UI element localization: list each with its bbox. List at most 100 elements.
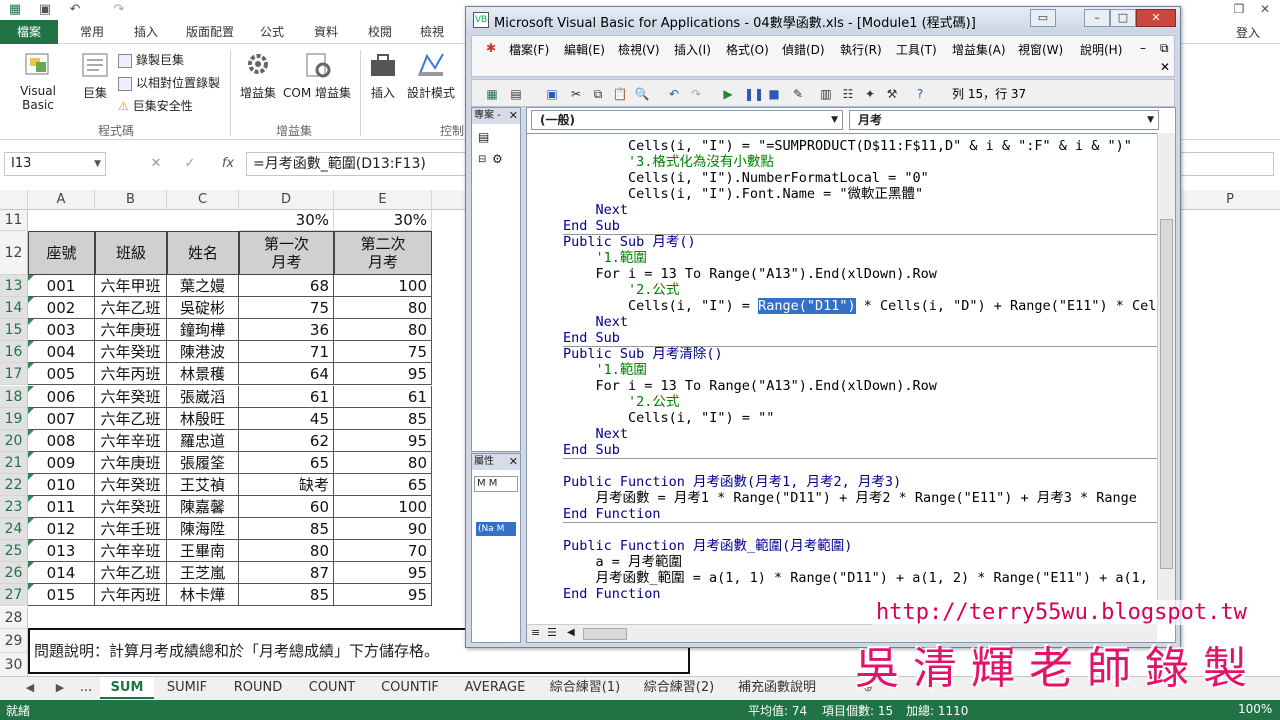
table-cell[interactable]: 85 [239, 518, 334, 540]
code-line[interactable]: Public Sub 月考清除() [563, 346, 1153, 362]
table-cell[interactable]: 六年丙班 [95, 363, 167, 385]
design-mode-button[interactable]: 設計模式 [404, 50, 458, 101]
code-line[interactable] [563, 522, 1153, 538]
insert-function-icon[interactable]: fx [218, 154, 238, 174]
table-cell[interactable]: 王畢南 [167, 540, 239, 562]
table-cell[interactable]: 80 [239, 540, 334, 562]
vba-project-icon[interactable]: ⚙ [492, 152, 503, 166]
reset-icon[interactable]: ■ [766, 86, 782, 102]
code-line[interactable]: '3.格式化為沒有小數點 [563, 154, 1153, 170]
macros-button[interactable]: 巨集 [78, 50, 112, 101]
table-cell[interactable]: 65 [334, 474, 432, 496]
vba-menu-insert[interactable]: 插入(I) [674, 41, 711, 58]
table-cell[interactable]: 陳嘉馨 [167, 496, 239, 518]
table-cell[interactable]: 張履筌 [167, 452, 239, 474]
chevron-down-icon[interactable]: ▼ [94, 153, 101, 175]
row-header[interactable]: 18 [0, 386, 28, 408]
close-icon[interactable]: ✕ [1254, 0, 1276, 18]
tab-formulas[interactable]: 公式 [254, 20, 290, 44]
tab-page-layout[interactable]: 版面配置 [180, 20, 240, 44]
header-seat[interactable]: 座號 [28, 231, 95, 275]
sheet-tab-sumif[interactable]: SUMIF [156, 677, 218, 699]
vba-menu-help[interactable]: 說明(H) [1080, 41, 1122, 58]
code-line[interactable]: '2.公式 [563, 394, 1153, 410]
sheet-tab-more[interactable]: ... [70, 677, 102, 699]
cell-d11[interactable]: 30% [239, 210, 334, 231]
table-cell[interactable]: 45 [239, 408, 334, 430]
vba-inner-minimize-icon[interactable]: – [1140, 41, 1146, 55]
table-cell[interactable]: 85 [334, 408, 432, 430]
object-browser-icon[interactable]: ✦ [862, 86, 878, 102]
table-cell[interactable]: 六年癸班 [95, 474, 167, 496]
code-line[interactable]: For i = 13 To Range("A13").End(xlDown).R… [563, 378, 1153, 394]
code-line[interactable]: '1.範圍 [563, 250, 1153, 266]
table-cell[interactable]: 012 [28, 518, 95, 540]
code-line[interactable]: 月考函數 = 月考1 * Range("D11") + 月考2 * Range(… [563, 490, 1153, 506]
sheet-tab-countif[interactable]: COUNTIF [370, 677, 450, 699]
row-header[interactable]: 12 [0, 231, 28, 275]
project-explorer-icon[interactable]: ▥ [818, 86, 834, 102]
vba-menu-file[interactable]: 檔案(F) [509, 41, 549, 58]
full-module-view-icon[interactable]: ☰ [547, 626, 557, 639]
scroll-left-icon[interactable]: ◀ [567, 627, 575, 638]
row-header[interactable]: 23 [0, 496, 28, 518]
tab-file[interactable]: 檔案 [0, 20, 58, 44]
table-cell[interactable]: 003 [28, 319, 95, 341]
vba-inner-close-icon[interactable]: ✕ [1160, 60, 1170, 74]
header-exam-1[interactable]: 第一次 月考 [239, 231, 334, 275]
redo-icon[interactable]: ↷ [688, 86, 704, 102]
table-cell[interactable]: 015 [28, 584, 95, 606]
table-cell[interactable]: 吳碇彬 [167, 297, 239, 319]
code-line[interactable] [563, 458, 1153, 474]
tab-home[interactable]: 常用 [74, 20, 110, 44]
sheet-tab-count[interactable]: COUNT [298, 677, 366, 699]
insert-control-button[interactable]: 插入 [366, 50, 400, 101]
save-icon[interactable]: ▣ [544, 86, 560, 102]
code-line[interactable]: '2.公式 [563, 282, 1153, 298]
row-header[interactable]: 25 [0, 540, 28, 562]
table-cell[interactable]: 缺考 [239, 474, 334, 496]
column-header-b[interactable]: B [95, 190, 167, 210]
row-header[interactable]: 11 [0, 210, 28, 231]
table-cell[interactable]: 六年丙班 [95, 584, 167, 606]
sheet-tab-sum[interactable]: SUM [100, 677, 154, 699]
code-line[interactable]: a = 月考範圍 [563, 554, 1153, 570]
table-cell[interactable]: 王芝嵐 [167, 562, 239, 584]
table-cell[interactable]: 六年乙班 [95, 408, 167, 430]
table-cell[interactable]: 010 [28, 474, 95, 496]
code-line[interactable]: Next [563, 314, 1153, 330]
tab-data[interactable]: 資料 [308, 20, 344, 44]
row-header[interactable]: 17 [0, 363, 28, 385]
table-cell[interactable]: 林卡燁 [167, 584, 239, 606]
find-icon[interactable]: 🔍 [634, 86, 650, 102]
insert-module-icon[interactable]: ▤ [508, 86, 524, 102]
code-line[interactable]: Public Function 月考函數(月考1, 月考2, 月考3) [563, 474, 1153, 490]
table-cell[interactable]: 六年乙班 [95, 562, 167, 584]
code-line[interactable]: Cells(i, "I") = "" [563, 410, 1153, 426]
code-line[interactable]: End Sub [563, 330, 1153, 346]
table-cell[interactable]: 六年癸班 [95, 341, 167, 363]
row-header[interactable]: 27 [0, 584, 28, 606]
sheet-tab-practice-1[interactable]: 綜合練習(1) [540, 677, 630, 699]
redo-icon[interactable]: ↷ [110, 1, 128, 18]
table-cell[interactable]: 陳港波 [167, 341, 239, 363]
sheet-tab-average[interactable]: AVERAGE [454, 677, 536, 699]
help-icon[interactable]: ? [912, 86, 928, 102]
row-header[interactable]: 19 [0, 408, 28, 430]
table-cell[interactable]: 100 [334, 275, 432, 297]
code-line[interactable]: Next [563, 426, 1153, 442]
tab-review[interactable]: 校閱 [362, 20, 398, 44]
enter-icon[interactable]: ✓ [180, 154, 200, 174]
table-cell[interactable]: 六年乙班 [95, 297, 167, 319]
properties-icon[interactable]: ☷ [840, 86, 856, 102]
save-icon[interactable]: ▣ [36, 1, 54, 18]
addins-button[interactable]: 增益集 [238, 50, 278, 101]
table-cell[interactable]: 林殷旺 [167, 408, 239, 430]
table-cell[interactable]: 六年壬班 [95, 518, 167, 540]
cell-e11[interactable]: 30% [334, 210, 432, 231]
close-icon[interactable]: ✕ [509, 108, 518, 124]
cut-icon[interactable]: ✂ [568, 86, 584, 102]
restore-icon[interactable]: ❐ [1228, 0, 1250, 18]
object-combobox[interactable]: (一般) ▼ [531, 110, 843, 130]
vba-title-bar[interactable]: VB Microsoft Visual Basic for Applicatio… [466, 7, 1180, 33]
